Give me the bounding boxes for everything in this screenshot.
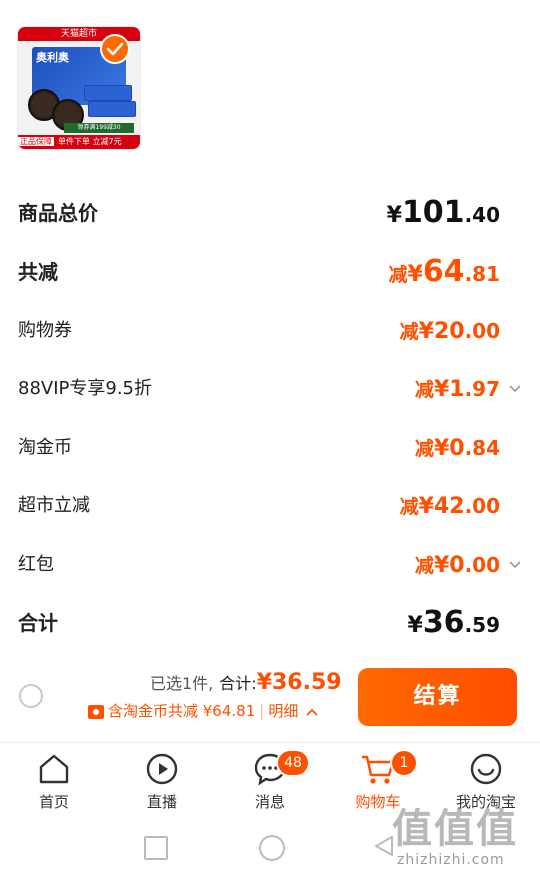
amount-dec: .84 [464,436,500,460]
summary-row: 淘金币 减¥0.84 [18,428,500,468]
item-selected-checkbox[interactable] [100,34,130,64]
cart-count-badge: 1 [390,749,418,777]
amount-currency: ¥ [433,436,450,461]
summary-label: 购物券 [18,320,72,341]
selected-count: 已选1件, [150,674,214,693]
profile-icon [470,753,502,785]
amount-int: 101 [401,195,465,230]
amount-currency: ¥ [386,203,402,228]
footer-promo-text: 单件下单 立减7元 [58,137,122,146]
pack-image [88,101,136,117]
summary-row: 合计 ¥36.59 [18,603,500,643]
live-icon [146,753,178,785]
summary-amount: ¥101.40 [387,193,500,237]
summary-label: 合计 [18,611,58,635]
guarantee-tag: 正品保障 [18,137,54,146]
tab-label: 首页 [38,793,69,811]
amount-dec: .81 [464,262,500,286]
message-count-badge: 48 [276,749,310,777]
amount-currency: ¥ [433,553,450,578]
summary-row[interactable]: 88VIP专享9.5折 减¥1.97 [18,369,521,411]
amount-dec: .00 [464,319,500,343]
amount-prefix: 减 [414,438,434,460]
home-button[interactable] [259,835,285,861]
amount-prefix: 减 [414,379,434,401]
summary-amount: ¥36.59 [408,603,501,647]
amount-prefix: 减 [399,496,419,518]
home-icon [39,754,69,784]
amount-int: 42 [433,494,465,519]
amount-dec: .00 [464,494,500,518]
summary-amount: 减¥64.81 [388,252,500,296]
summary-amount: 减¥20.00 [400,311,500,353]
amount-prefix: 减 [414,555,434,577]
discount-detail-link[interactable]: 含淘金币共减 ¥64.81 | 明细 [88,700,318,721]
chevron-up-icon [306,708,318,716]
amount-dec: .97 [464,377,500,401]
detail-label: 明细 [268,702,299,720]
summary-amount: 减¥0.84 [415,428,500,470]
watermark-url: zhizhizhi.com [397,852,505,868]
coin-discount-note: 含淘金币共减 ¥64.81 [108,702,256,720]
amount-prefix: 减 [388,264,408,286]
amount-int: 0 [449,553,465,578]
amount-int: 36 [422,605,465,640]
summary-label: 红包 [18,554,54,575]
amount-currency: ¥ [418,319,434,344]
chevron-down-icon[interactable] [508,382,522,396]
tab-label: 消息 [254,793,285,811]
selection-summary: 已选1件, 合计:¥36.59 [150,670,342,695]
total-label: 合计: [219,674,257,693]
tab-label: 直播 [146,793,177,811]
tab-home[interactable]: 首页 [0,743,108,819]
coin-icon [88,704,104,719]
checkmark-icon [107,42,123,56]
amount-int: 1 [449,377,465,402]
product-promo-tag: 领券满199减30 [64,123,134,133]
recents-button[interactable] [144,836,168,860]
amount-dec: .40 [464,203,500,227]
tab-messages[interactable]: 48 消息 [216,743,324,819]
summary-label: 共减 [18,260,58,284]
summary-row: 商品总价 ¥101.40 [18,193,500,233]
select-all-radio[interactable] [19,684,43,708]
amount-int: 64 [422,254,465,289]
summary-amount: 减¥42.00 [400,486,500,528]
summary-amount: 减¥1.97 [415,369,500,411]
total-value: ¥36.59 [256,670,342,695]
product-footer-strip: 正品保障 单件下单 立减7元 [18,135,140,149]
summary-label: 商品总价 [18,201,98,225]
amount-int: 0 [449,436,465,461]
summary-row: 共减 减¥64.81 [18,252,500,292]
tab-live[interactable]: 直播 [108,743,216,819]
chevron-down-icon[interactable] [508,558,522,572]
summary-amount: 减¥0.00 [415,545,500,587]
summary-row: 超市立减 减¥42.00 [18,486,500,526]
summary-row: 购物券 减¥20.00 [18,311,500,351]
amount-dec: .00 [464,553,500,577]
amount-int: 20 [433,319,465,344]
pack-image [84,85,132,101]
amount-currency: ¥ [407,613,423,638]
amount-currency: ¥ [433,377,450,402]
amount-currency: ¥ [407,262,423,287]
summary-label: 88VIP专享9.5折 [18,378,153,399]
amount-dec: .59 [464,613,500,637]
watermark-logo: 值值值 [392,806,518,852]
amount-currency: ¥ [418,494,434,519]
checkout-button[interactable]: 结算 [358,668,517,726]
divider: | [259,702,265,720]
summary-label: 淘金币 [18,437,72,458]
product-brand: 奥利奥 [36,51,69,64]
summary-row[interactable]: 红包 减¥0.00 [18,545,521,587]
amount-prefix: 减 [399,321,419,343]
summary-label: 超市立减 [18,495,90,516]
